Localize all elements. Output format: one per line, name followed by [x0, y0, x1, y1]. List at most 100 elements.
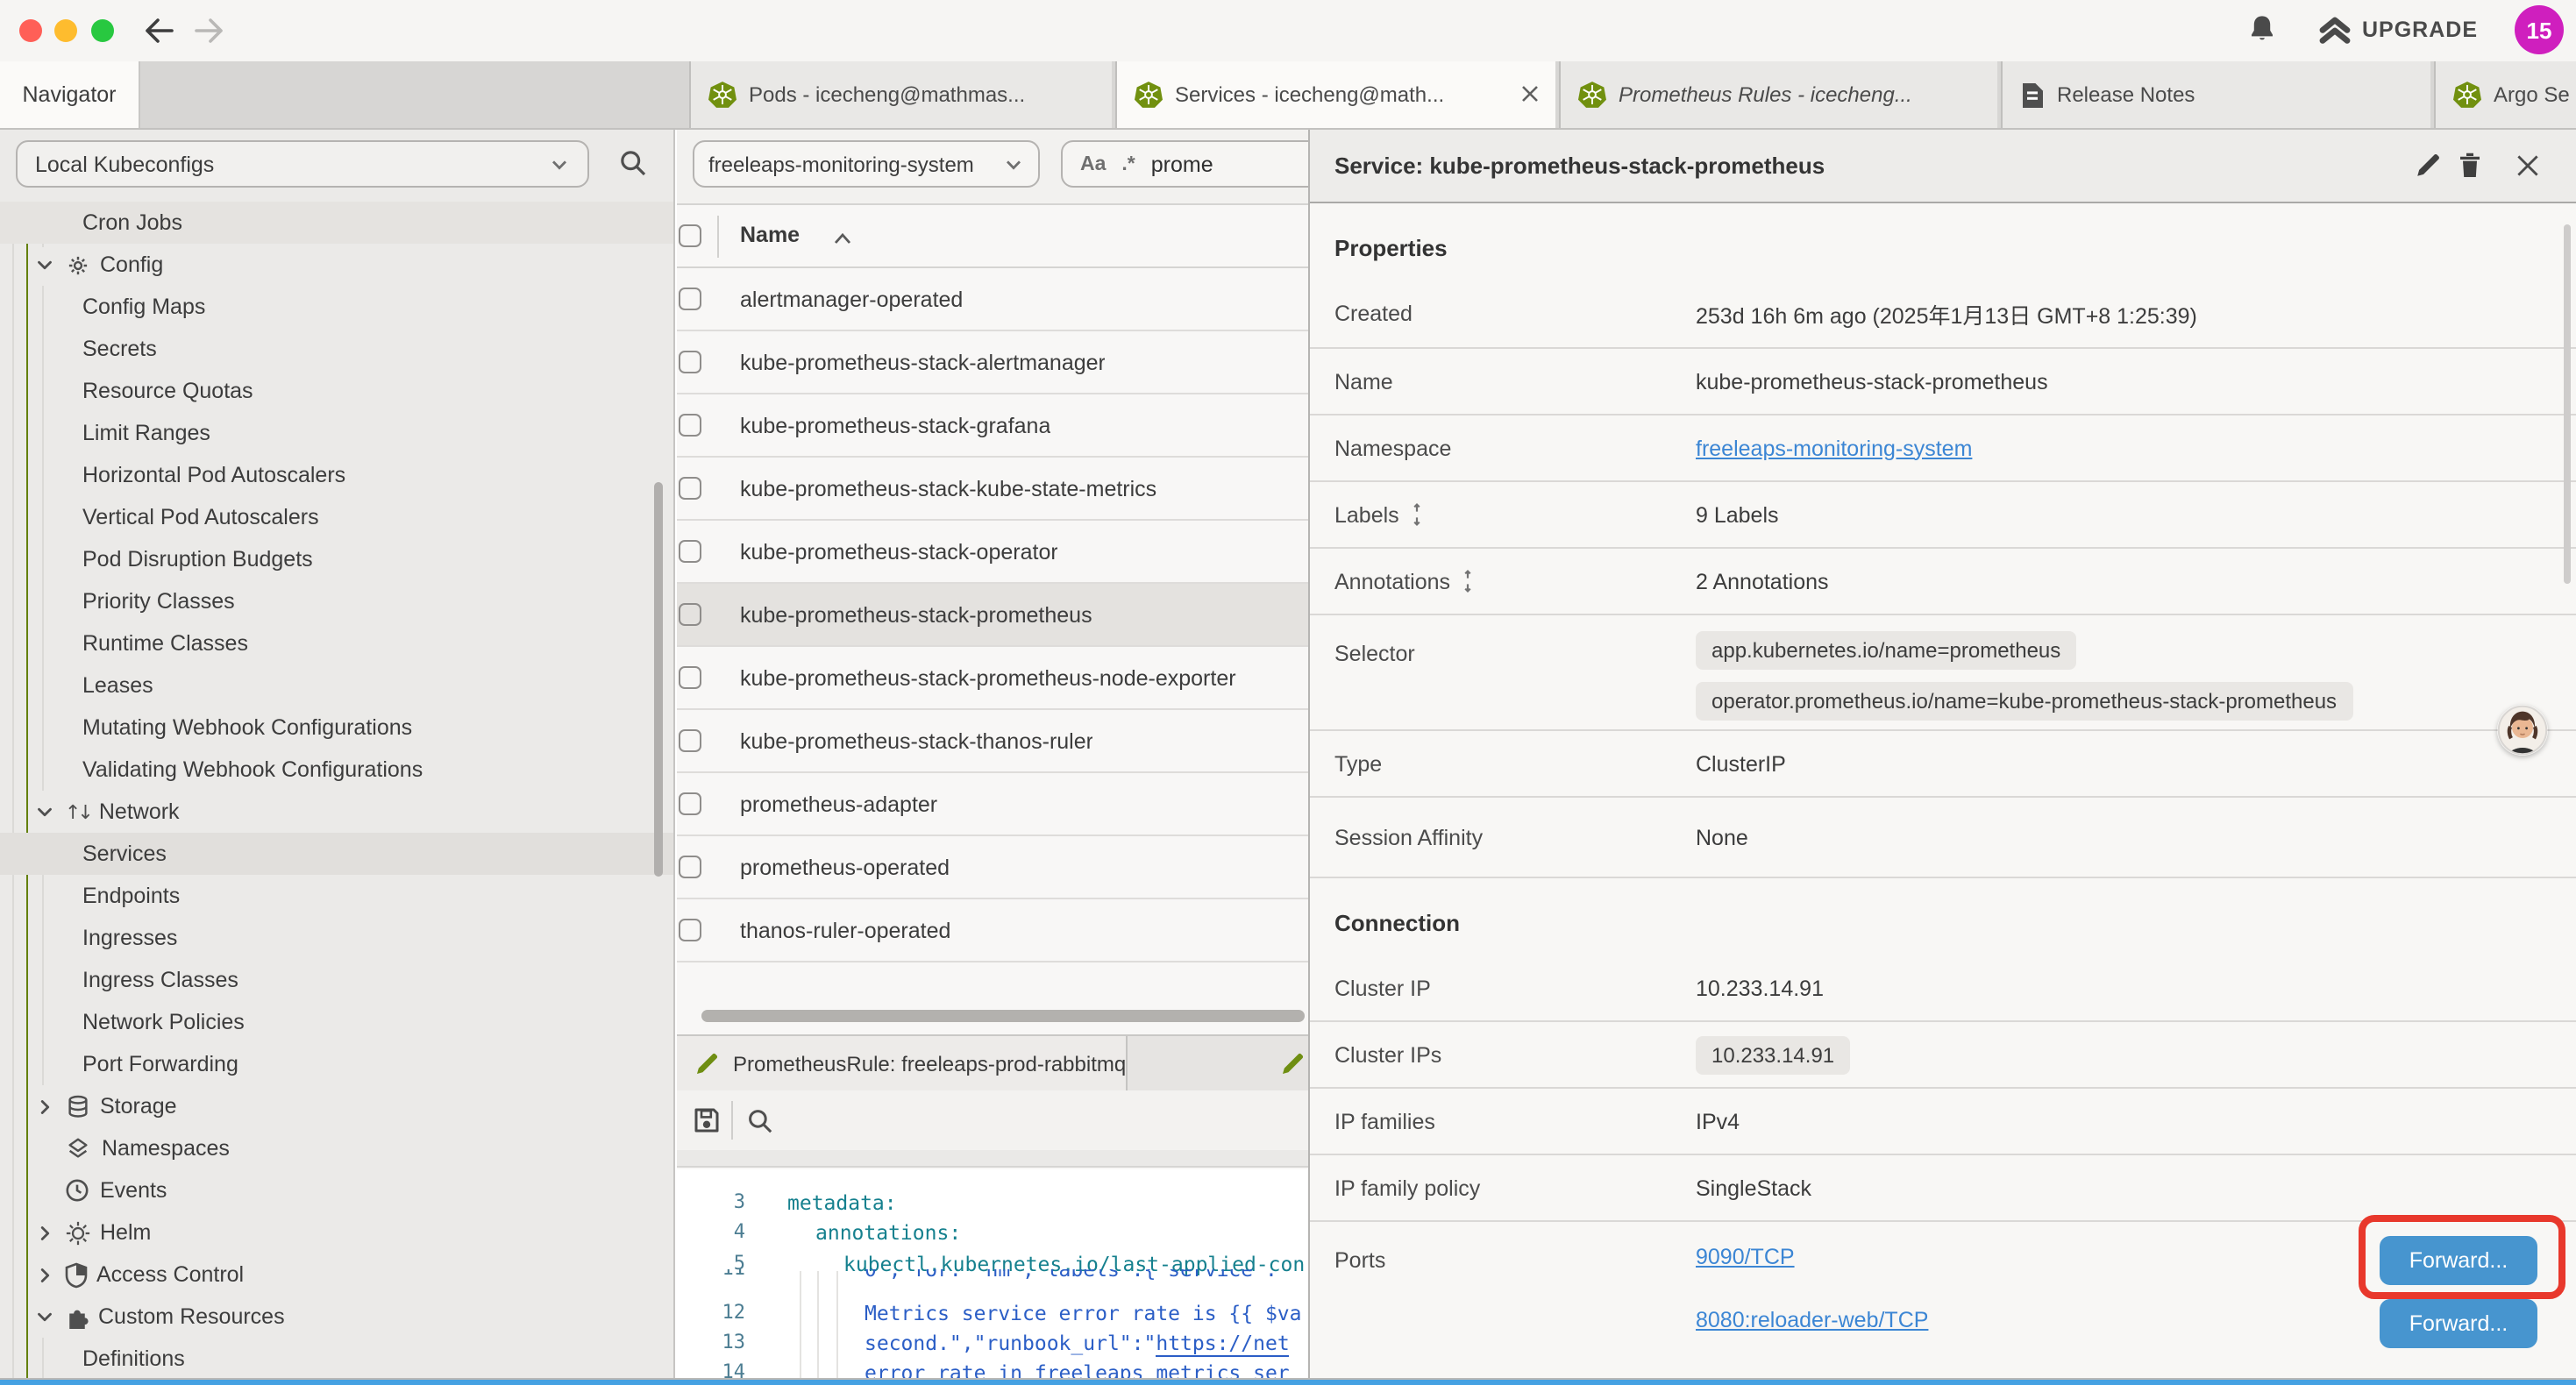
service-row-kube-prometheus-stack-kube-state-metrics[interactable]: kube-prometheus-stack-kube-state-metrics: [677, 458, 1308, 521]
sidebar-item-validating-webhook-configurations[interactable]: Validating Webhook Configurations: [0, 749, 673, 791]
row-checkbox[interactable]: [679, 477, 701, 500]
sidebar-item-definitions[interactable]: Definitions: [0, 1338, 673, 1378]
sidebar-item-port-forwarding[interactable]: Port Forwarding: [0, 1043, 673, 1085]
tab-pods[interactable]: Pods - icecheng@mathmas...: [689, 61, 1112, 128]
back-arrow-icon[interactable]: [144, 18, 174, 44]
sidebar-item-config[interactable]: Config: [0, 244, 673, 286]
upgrade-button[interactable]: UPGRADE: [2362, 18, 2478, 42]
close-drawer-icon[interactable]: [2516, 154, 2539, 177]
sidebar-item-pod-disruption-budgets[interactable]: Pod Disruption Budgets: [0, 538, 673, 580]
sidebar-item-ingress-classes[interactable]: Ingress Classes: [0, 959, 673, 1001]
sidebar-item-cron-jobs[interactable]: Cron Jobs: [0, 202, 673, 244]
sidebar-item-vertical-pod-autoscalers[interactable]: Vertical Pod Autoscalers: [0, 496, 673, 538]
navigator-panel-tab[interactable]: Navigator: [0, 61, 140, 128]
forward-port-button-8080[interactable]: Forward...: [2380, 1299, 2537, 1348]
sidebar-item-helm[interactable]: Helm: [0, 1211, 673, 1254]
sidebar-search-icon[interactable]: [619, 149, 647, 177]
sidebar-item-network[interactable]: ↑↓Network: [0, 791, 673, 833]
sidebar-item-events[interactable]: Events: [0, 1169, 673, 1211]
tab-argo-services[interactable]: Argo Se: [2434, 61, 2576, 128]
service-row-kube-prometheus-stack-operator[interactable]: kube-prometheus-stack-operator: [677, 521, 1308, 584]
sidebar-item-custom-resources[interactable]: Custom Resources: [0, 1296, 673, 1338]
sort-updown-icon[interactable]: [1461, 570, 1475, 593]
service-row-kube-prometheus-stack-prometheus-node-exporter[interactable]: kube-prometheus-stack-prometheus-node-ex…: [677, 647, 1308, 710]
service-row-kube-prometheus-stack-alertmanager[interactable]: kube-prometheus-stack-alertmanager: [677, 331, 1308, 394]
row-checkbox[interactable]: [679, 856, 701, 878]
row-checkbox[interactable]: [679, 540, 701, 563]
sidebar-item-leases[interactable]: Leases: [0, 664, 673, 707]
yaml-editor[interactable]: 3metadata:4annotations:5kubectl.kubernet…: [677, 1169, 1308, 1378]
editor-search-icon[interactable]: [747, 1108, 773, 1134]
port-link-8080[interactable]: 8080:reloader-web/TCP: [1696, 1308, 1928, 1332]
close-tab-icon[interactable]: [1520, 84, 1540, 103]
notification-count-badge[interactable]: 15: [2515, 5, 2564, 54]
sidebar-item-secrets[interactable]: Secrets: [0, 328, 673, 370]
code-line-12: 12Metrics service error rate is {{ $va: [677, 1299, 1308, 1329]
sidebar-item-endpoints[interactable]: Endpoints: [0, 875, 673, 917]
sidebar-item-label: Horizontal Pod Autoscalers: [82, 463, 345, 487]
sort-updown-icon[interactable]: [1410, 503, 1424, 526]
service-row-kube-prometheus-stack-thanos-ruler[interactable]: kube-prometheus-stack-thanos-ruler: [677, 710, 1308, 773]
row-checkbox[interactable]: [679, 414, 701, 437]
editor-tab-prometheusrule[interactable]: PrometheusRule: freeleaps-prod-rabbitmq: [677, 1036, 1128, 1090]
minimize-window-button[interactable]: [54, 19, 77, 42]
sidebar-item-namespaces[interactable]: Namespaces: [0, 1127, 673, 1169]
name-column-header[interactable]: Name: [740, 223, 800, 247]
service-name: kube-prometheus-stack-prometheus-node-ex…: [740, 665, 1236, 690]
service-row-prometheus-adapter[interactable]: prometheus-adapter: [677, 773, 1308, 836]
sidebar-item-priority-classes[interactable]: Priority Classes: [0, 580, 673, 622]
sidebar-item-horizontal-pod-autoscalers[interactable]: Horizontal Pod Autoscalers: [0, 454, 673, 496]
namespace-filter-dropdown[interactable]: freeleaps-monitoring-system: [693, 140, 1040, 188]
name-search-input[interactable]: Aa .* prome: [1061, 140, 1308, 188]
drawer-scrollbar[interactable]: [2564, 224, 2571, 584]
row-checkbox[interactable]: [679, 603, 701, 626]
sidebar-item-storage[interactable]: Storage: [0, 1085, 673, 1127]
edit-pencil-icon[interactable]: [2415, 153, 2441, 179]
upgrade-chevrons-icon[interactable]: [2318, 16, 2352, 46]
user-avatar[interactable]: [2497, 705, 2548, 756]
forward-arrow-icon[interactable]: [195, 18, 224, 44]
document-icon: [2020, 82, 2045, 108]
regex-toggle[interactable]: .*: [1121, 153, 1135, 174]
tab-services[interactable]: Services - icecheng@math...: [1115, 61, 1555, 128]
sidebar-item-access-control[interactable]: Access Control: [0, 1254, 673, 1296]
sidebar-item-ingresses[interactable]: Ingresses: [0, 917, 673, 959]
delete-trash-icon[interactable]: [2459, 153, 2481, 179]
tab-release-notes[interactable]: Release Notes: [2001, 61, 2430, 128]
match-case-toggle[interactable]: Aa: [1080, 153, 1106, 174]
sidebar-item-limit-ranges[interactable]: Limit Ranges: [0, 412, 673, 454]
row-checkbox[interactable]: [679, 729, 701, 752]
service-row-kube-prometheus-stack-prometheus[interactable]: kube-prometheus-stack-prometheus: [677, 584, 1308, 647]
code-url-link[interactable]: https://net: [1156, 1331, 1289, 1357]
service-row-prometheus-operated[interactable]: prometheus-operated: [677, 836, 1308, 899]
sidebar-scrollbar[interactable]: [654, 482, 663, 877]
row-checkbox[interactable]: [679, 351, 701, 373]
service-row-kube-prometheus-stack-grafana[interactable]: kube-prometheus-stack-grafana: [677, 394, 1308, 458]
sidebar-item-network-policies[interactable]: Network Policies: [0, 1001, 673, 1043]
row-checkbox[interactable]: [679, 792, 701, 815]
horizontal-scrollbar[interactable]: [701, 1010, 1305, 1022]
row-checkbox[interactable]: [679, 288, 701, 310]
close-window-button[interactable]: [19, 19, 42, 42]
service-row-alertmanager-operated[interactable]: alertmanager-operated: [677, 268, 1308, 331]
notifications-bell-icon[interactable]: [2248, 14, 2276, 44]
port-link-9090[interactable]: 9090/TCP: [1696, 1245, 1795, 1269]
sidebar-item-runtime-classes[interactable]: Runtime Classes: [0, 622, 673, 664]
service-row-thanos-ruler-operated[interactable]: thanos-ruler-operated: [677, 899, 1308, 962]
property-value[interactable]: 9 Labels: [1696, 502, 1779, 527]
sidebar-item-mutating-webhook-configurations[interactable]: Mutating Webhook Configurations: [0, 707, 673, 749]
zoom-window-button[interactable]: [91, 19, 114, 42]
namespace-link[interactable]: freeleaps-monitoring-system: [1696, 436, 1972, 460]
select-all-checkbox[interactable]: [679, 224, 701, 247]
tab-prometheus-rules[interactable]: Prometheus Rules - icecheng...: [1559, 61, 1997, 128]
row-checkbox[interactable]: [679, 919, 701, 941]
sidebar-item-resource-quotas[interactable]: Resource Quotas: [0, 370, 673, 412]
sidebar-item-config-maps[interactable]: Config Maps: [0, 286, 673, 328]
pencil-icon[interactable]: [1280, 1052, 1305, 1076]
property-value[interactable]: 2 Annotations: [1696, 569, 1829, 593]
sort-ascending-icon[interactable]: [833, 231, 852, 245]
sidebar-item-services[interactable]: Services: [0, 833, 673, 875]
save-icon[interactable]: [693, 1106, 721, 1134]
row-checkbox[interactable]: [679, 666, 701, 689]
kubeconfig-selector[interactable]: Local Kubeconfigs: [16, 140, 589, 188]
